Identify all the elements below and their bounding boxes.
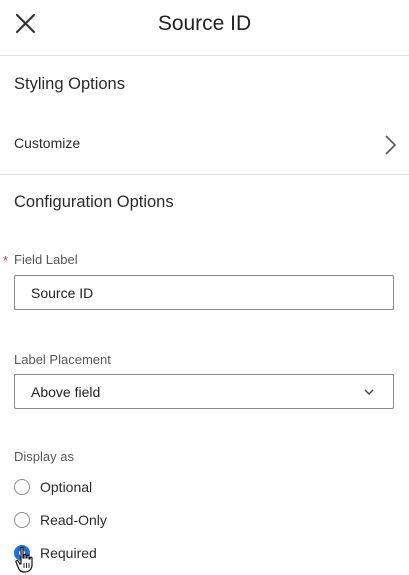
radio-label: Read-Only [40,512,107,528]
field-label-caption: Field Label [14,252,78,267]
radio-button[interactable] [14,479,30,495]
chevron-right-icon [385,135,397,155]
panel-header: Source ID [0,0,409,56]
customize-row[interactable]: Customize [0,113,409,173]
panel-title: Source ID [157,12,252,35]
radio-read-only[interactable]: Read-Only [14,511,214,533]
label-placement-select[interactable]: Above field [14,374,394,409]
configuration-options-heading: Configuration Options [14,193,174,211]
label-placement-value: Above field [31,384,101,400]
label-placement-caption: Label Placement [14,352,111,367]
display-as-caption: Display as [14,449,74,464]
required-asterisk: * [3,253,9,268]
radio-button[interactable] [14,512,30,528]
field-label-input[interactable] [14,275,394,310]
radio-optional[interactable]: Optional [14,478,214,500]
customize-label: Customize [14,135,81,151]
styling-options-heading: Styling Options [14,75,125,93]
hand-cursor-icon [15,546,33,573]
radio-required[interactable]: Required [14,544,214,566]
section-divider [0,174,409,175]
radio-label: Optional [40,479,93,495]
chevron-down-icon [364,389,374,395]
field-settings-panel: Source ID Styling Options Customize Conf… [0,0,409,575]
radio-label: Required [40,545,97,561]
